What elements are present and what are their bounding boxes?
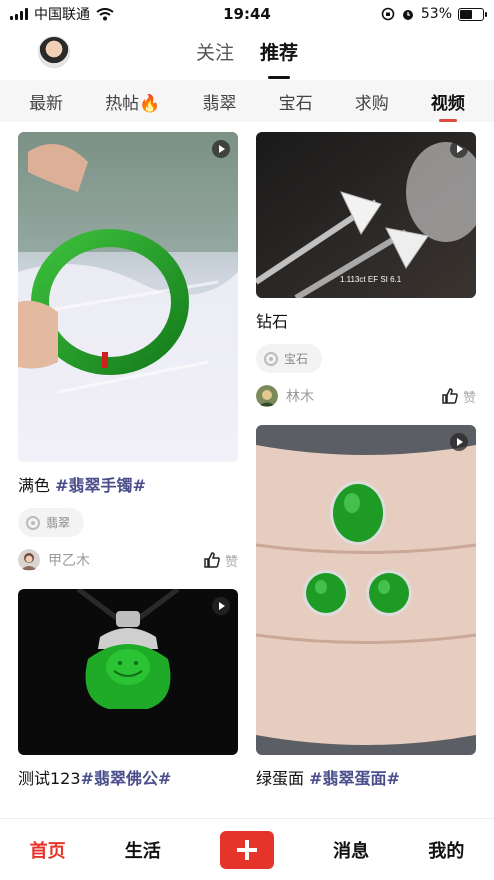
thumb-up-icon <box>204 552 220 568</box>
topic-icon <box>264 351 278 366</box>
feed-column-right: 1.113ct EF SI 6.1 钻石 宝石 林木 赞 绿蛋面 #翡翠蛋面# <box>256 132 476 807</box>
jade-bangle-image <box>18 132 238 462</box>
jade-cabochons-image <box>256 425 476 755</box>
signal-icon <box>10 8 28 20</box>
category-jade[interactable]: 翡翠 <box>202 89 236 114</box>
bottom-nav: 首页 生活 消息 我的 <box>0 818 494 880</box>
feed-column-left: 满色 #翡翠手镯# 翡翠 甲乙木 赞 测试123#翡翠佛公# <box>18 132 238 807</box>
like-button[interactable]: 赞 <box>441 387 476 406</box>
add-post-button[interactable] <box>219 830 274 869</box>
nav-life[interactable]: 生活 <box>125 837 161 863</box>
play-icon <box>450 140 468 158</box>
category-bar: 最新 热帖🔥 翡翠 宝石 求购 视频 <box>0 80 494 122</box>
like-label: 赞 <box>462 390 476 406</box>
status-right: 53% <box>381 6 487 22</box>
jade-buddha-pendant-image <box>18 589 238 755</box>
category-gem[interactable]: 宝石 <box>279 89 313 114</box>
category-hot[interactable]: 热帖🔥 <box>105 89 160 114</box>
battery-icon <box>458 7 487 21</box>
play-icon <box>450 433 468 451</box>
status-bar: 中国联通 19:44 53% <box>0 0 494 28</box>
post-title-text: 钻石 <box>256 312 289 331</box>
nav-home[interactable]: 首页 <box>30 837 66 863</box>
diamond-tweezers-image: 1.113ct EF SI 6.1 <box>256 132 476 298</box>
author[interactable]: 甲乙木 <box>18 549 90 571</box>
wifi-icon <box>96 7 114 20</box>
topic-label: 宝石 <box>284 352 309 366</box>
post-hashtag[interactable]: #翡翠手镯# <box>55 476 146 495</box>
tab-follow[interactable]: 关注 <box>196 38 234 75</box>
post-title: 钻石 <box>256 312 476 332</box>
category-latest[interactable]: 最新 <box>29 89 63 114</box>
post-card[interactable]: 1.113ct EF SI 6.1 钻石 宝石 林木 赞 <box>256 132 476 407</box>
nav-messages[interactable]: 消息 <box>333 837 369 863</box>
topic-label: 翡翠 <box>46 516 71 530</box>
post-meta: 甲乙木 赞 <box>18 549 238 571</box>
author[interactable]: 林木 <box>256 385 314 407</box>
post-hashtag[interactable]: #翡翠蛋面# <box>309 769 400 788</box>
nav-me[interactable]: 我的 <box>428 837 464 863</box>
post-title: 满色 #翡翠手镯# <box>18 476 238 496</box>
post-video-thumbnail[interactable] <box>256 425 476 755</box>
play-icon <box>212 140 230 158</box>
play-icon <box>212 597 230 615</box>
post-title: 测试123#翡翠佛公# <box>18 769 238 789</box>
topic-chip[interactable]: 翡翠 <box>18 508 85 537</box>
battery-percent: 53% <box>420 6 452 22</box>
topic-icon <box>26 515 40 530</box>
post-meta: 林木 赞 <box>256 385 476 407</box>
post-title-text: 测试123 <box>18 769 81 788</box>
post-video-thumbnail[interactable] <box>18 589 238 755</box>
author-name: 甲乙木 <box>48 553 90 569</box>
post-video-thumbnail[interactable]: 1.113ct EF SI 6.1 <box>256 132 476 298</box>
post-card[interactable]: 测试123#翡翠佛公# <box>18 589 238 789</box>
status-time: 19:44 <box>223 5 271 23</box>
rotation-lock-icon <box>381 7 395 21</box>
category-video[interactable]: 视频 <box>431 89 465 114</box>
like-label: 赞 <box>224 554 238 570</box>
author-avatar <box>256 385 278 407</box>
post-video-thumbnail[interactable] <box>18 132 238 462</box>
carrier-label: 中国联通 <box>34 7 90 23</box>
battery-fill <box>460 9 472 19</box>
like-button[interactable]: 赞 <box>203 551 238 570</box>
alarm-icon <box>402 10 413 20</box>
thumb-up-icon <box>442 388 458 404</box>
top-tabs: 关注 推荐 <box>0 38 494 75</box>
tab-recommend[interactable]: 推荐 <box>260 38 298 75</box>
author-name: 林木 <box>286 389 314 405</box>
topic-chip[interactable]: 宝石 <box>256 344 323 373</box>
post-card[interactable]: 绿蛋面 #翡翠蛋面# <box>256 425 476 789</box>
post-card[interactable]: 满色 #翡翠手镯# 翡翠 甲乙木 赞 <box>18 132 238 571</box>
status-left: 中国联通 <box>10 4 114 24</box>
post-title: 绿蛋面 #翡翠蛋面# <box>256 769 476 789</box>
post-hashtag[interactable]: #翡翠佛公# <box>81 769 172 788</box>
post-title-text: 满色 <box>18 476 56 495</box>
feed: 满色 #翡翠手镯# 翡翠 甲乙木 赞 测试123#翡翠佛公# 1.113ct E… <box>0 122 494 818</box>
header: 关注 推荐 <box>0 30 494 80</box>
category-wanted[interactable]: 求购 <box>355 89 389 114</box>
author-avatar <box>18 549 40 571</box>
image-caption: 1.113ct EF SI 6.1 <box>340 275 402 284</box>
post-title-text: 绿蛋面 <box>256 769 310 788</box>
